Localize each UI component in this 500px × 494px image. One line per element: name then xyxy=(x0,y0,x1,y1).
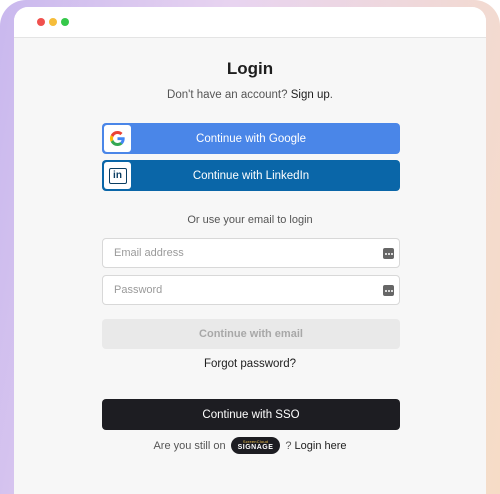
email-input[interactable] xyxy=(102,238,400,268)
continue-with-sso-button[interactable]: Continue with SSO xyxy=(102,399,400,430)
email-divider-text: Or use your email to login xyxy=(187,214,313,226)
password-input[interactable] xyxy=(102,275,400,305)
badge-signage-text: SIGNAGE xyxy=(237,444,274,451)
sign-up-link[interactable]: Sign up xyxy=(291,89,330,101)
question-mark: ? xyxy=(285,439,292,452)
password-manager-icon[interactable] xyxy=(383,248,394,259)
linkedin-logo-icon: in xyxy=(104,162,131,189)
close-window-button[interactable] xyxy=(37,18,45,26)
signage-logo-badge: ScreenCloud SIGNAGE xyxy=(230,437,281,454)
window-titlebar xyxy=(14,7,486,38)
still-on-text: Are you still on xyxy=(153,439,226,452)
password-manager-icon[interactable] xyxy=(383,285,394,296)
login-here-link[interactable]: Login here xyxy=(295,440,347,452)
legacy-login-prompt: Are you still on ScreenCloud SIGNAGE ? L… xyxy=(14,437,486,454)
forgot-password-link[interactable]: Forgot password? xyxy=(14,358,486,370)
continue-with-email-button[interactable]: Continue with email xyxy=(102,319,400,349)
google-logo-icon xyxy=(104,125,131,152)
continue-with-google-button[interactable]: Continue with Google xyxy=(102,123,400,154)
browser-window: Login Don't have an account? Sign up. Co… xyxy=(14,7,486,494)
continue-with-linkedin-button[interactable]: in Continue with LinkedIn xyxy=(102,160,400,191)
no-account-text: Don't have an account? xyxy=(167,89,288,101)
signup-prompt: Don't have an account? Sign up. xyxy=(14,89,486,101)
minimize-window-button[interactable] xyxy=(49,18,57,26)
sign-up-period: . xyxy=(329,89,333,101)
google-button-label: Continue with Google xyxy=(196,132,306,145)
linkedin-button-label: Continue with LinkedIn xyxy=(192,169,310,182)
page-title: Login xyxy=(226,59,274,78)
maximize-window-button[interactable] xyxy=(61,18,69,26)
